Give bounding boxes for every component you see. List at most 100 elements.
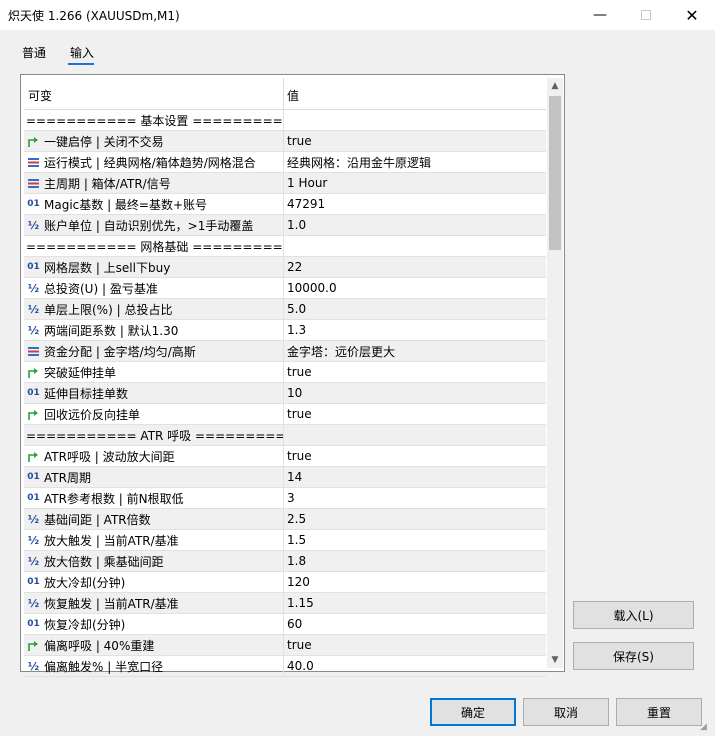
parameter-row[interactable]: 01 网格层数 | 上sell下buy 22 bbox=[24, 257, 546, 278]
parameter-row[interactable]: ½ 放大倍数 | 乘基础间距 1.8 bbox=[24, 551, 546, 572]
parameter-row[interactable]: ½ 总投资(U) | 盈亏基准 10000.0 bbox=[24, 278, 546, 299]
parameter-name: ATR参考根数 | 前N根取低 bbox=[44, 491, 184, 506]
parameter-name-cell: =========== 基本设置 =========== bbox=[24, 110, 284, 130]
parameter-row[interactable]: ½ 单层上限(%) | 总投占比 5.0 bbox=[24, 299, 546, 320]
load-button[interactable]: 载入(L) bbox=[573, 601, 694, 629]
tab-common[interactable]: 普通 bbox=[22, 44, 46, 61]
parameter-row[interactable]: ½ 两端间距系数 | 默认1.30 1.3 bbox=[24, 320, 546, 341]
parameter-name: 单层上限(%) | 总投占比 bbox=[44, 302, 173, 317]
parameter-name: 资金分配 | 金字塔/均匀/高斯 bbox=[44, 344, 196, 359]
double-icon: ½ bbox=[27, 533, 40, 547]
parameter-value[interactable] bbox=[284, 110, 546, 130]
parameter-value[interactable]: 120 bbox=[284, 572, 546, 592]
parameter-value[interactable]: 金字塔：远价层更大 bbox=[284, 341, 546, 361]
parameter-row[interactable]: 突破延伸挂单 true bbox=[24, 362, 546, 383]
double-icon: ½ bbox=[27, 323, 40, 337]
parameter-row[interactable]: 01 ATR参考根数 | 前N根取低 3 bbox=[24, 488, 546, 509]
parameter-row[interactable]: ½ 恢复触发 | 当前ATR/基准 1.15 bbox=[24, 593, 546, 614]
enum-list-icon bbox=[27, 345, 40, 358]
parameter-row[interactable]: 01 Magic基数 | 最终=基数+账号 47291 bbox=[24, 194, 546, 215]
parameter-row[interactable]: ½ 偏离触发% | 半宽口径 40.0 bbox=[24, 656, 546, 677]
parameter-value[interactable]: 1.0 bbox=[284, 215, 546, 235]
parameter-name: 总投资(U) | 盈亏基准 bbox=[44, 281, 158, 296]
title-bar: 炽天使 1.266 (XAUUSDm,M1) — ✕ bbox=[0, 0, 715, 30]
parameter-row[interactable]: 01 ATR周期 14 bbox=[24, 467, 546, 488]
parameter-name: 回收远价反向挂单 bbox=[44, 407, 141, 422]
section-header-row[interactable]: =========== ATR 呼吸 =========== bbox=[24, 425, 546, 446]
cancel-button[interactable]: 取消 bbox=[523, 698, 609, 726]
parameter-row[interactable]: 01 放大冷却(分钟) 120 bbox=[24, 572, 546, 593]
active-tab-indicator bbox=[68, 63, 94, 65]
parameter-value[interactable]: 14 bbox=[284, 467, 546, 487]
column-header-value[interactable]: 值 bbox=[284, 78, 546, 109]
parameter-value[interactable]: 22 bbox=[284, 257, 546, 277]
parameter-name-cell: ½ 恢复触发 | 当前ATR/基准 bbox=[24, 593, 284, 613]
parameter-value[interactable]: 47291 bbox=[284, 194, 546, 214]
parameter-row[interactable]: 01 延伸目标挂单数 10 bbox=[24, 383, 546, 404]
parameter-value[interactable]: true bbox=[284, 404, 546, 424]
reset-button[interactable]: 重置 bbox=[616, 698, 702, 726]
parameter-name: 基础间距 | ATR倍数 bbox=[44, 512, 151, 527]
parameter-name: 突破延伸挂单 bbox=[44, 365, 117, 380]
parameter-value[interactable]: 3 bbox=[284, 488, 546, 508]
parameter-value[interactable]: true bbox=[284, 635, 546, 655]
parameter-value[interactable]: 2.5 bbox=[284, 509, 546, 529]
ok-button[interactable]: 确定 bbox=[430, 698, 516, 726]
parameter-value[interactable]: 40.0 bbox=[284, 656, 546, 676]
tab-inputs[interactable]: 输入 bbox=[70, 44, 94, 61]
scroll-down-icon[interactable]: ▼ bbox=[547, 652, 563, 668]
enum-list-icon bbox=[27, 177, 40, 190]
integer-icon: 01 bbox=[27, 388, 40, 398]
parameter-value[interactable]: 60 bbox=[284, 614, 546, 634]
save-button[interactable]: 保存(S) bbox=[573, 642, 694, 670]
parameter-name: 偏离呼吸 | 40%重建 bbox=[44, 638, 155, 653]
parameter-row[interactable]: ½ 账户单位 | 自动识别优先，>1手动覆盖 1.0 bbox=[24, 215, 546, 236]
parameter-row[interactable]: ATR呼吸 | 波动放大间距 true bbox=[24, 446, 546, 467]
column-header-variable[interactable]: 可变 bbox=[24, 78, 284, 109]
parameter-value[interactable] bbox=[284, 425, 546, 445]
parameter-value[interactable]: true bbox=[284, 362, 546, 382]
scroll-up-icon[interactable]: ▲ bbox=[547, 78, 563, 94]
parameter-value[interactable]: true bbox=[284, 131, 546, 151]
parameter-row[interactable]: 运行模式 | 经典网格/箱体趋势/网格混合 经典网格：沿用金牛原逻辑 bbox=[24, 152, 546, 173]
parameter-value[interactable]: 1 Hour bbox=[284, 173, 546, 193]
parameter-value[interactable]: 10000.0 bbox=[284, 278, 546, 298]
parameter-name-cell: 主周期 | 箱体/ATR/信号 bbox=[24, 173, 284, 193]
parameter-row[interactable]: ½ 基础间距 | ATR倍数 2.5 bbox=[24, 509, 546, 530]
parameter-value[interactable]: 1.5 bbox=[284, 530, 546, 550]
parameter-name: 恢复冷却(分钟) bbox=[44, 617, 126, 632]
parameter-name: 延伸目标挂单数 bbox=[44, 386, 129, 401]
close-button[interactable]: ✕ bbox=[669, 0, 715, 30]
parameter-row[interactable]: 回收远价反向挂单 true bbox=[24, 404, 546, 425]
parameter-row[interactable]: 一键启停 | 关闭不交易 true bbox=[24, 131, 546, 152]
parameter-row[interactable]: 主周期 | 箱体/ATR/信号 1 Hour bbox=[24, 173, 546, 194]
vertical-scrollbar[interactable]: ▲ ▼ bbox=[547, 78, 563, 668]
parameter-value[interactable]: 1.3 bbox=[284, 320, 546, 340]
parameter-row[interactable]: ½ 放大触发 | 当前ATR/基准 1.5 bbox=[24, 530, 546, 551]
parameter-value[interactable]: true bbox=[284, 446, 546, 466]
parameter-name: 一键启停 | 关闭不交易 bbox=[44, 134, 164, 149]
parameter-name-cell: ½ 总投资(U) | 盈亏基准 bbox=[24, 278, 284, 298]
double-icon: ½ bbox=[27, 281, 40, 295]
enum-list-icon bbox=[27, 156, 40, 169]
parameter-row[interactable]: 偏离呼吸 | 40%重建 true bbox=[24, 635, 546, 656]
section-header-row[interactable]: =========== 基本设置 =========== bbox=[24, 110, 546, 131]
parameter-value[interactable]: 1.15 bbox=[284, 593, 546, 613]
parameter-value[interactable]: 经典网格：沿用金牛原逻辑 bbox=[284, 152, 546, 172]
parameter-name-cell: ½ 两端间距系数 | 默认1.30 bbox=[24, 320, 284, 340]
parameter-row[interactable]: 资金分配 | 金字塔/均匀/高斯 金字塔：远价层更大 bbox=[24, 341, 546, 362]
minimize-button[interactable]: — bbox=[577, 0, 623, 30]
resize-grip-icon[interactable]: ◢ bbox=[700, 722, 712, 734]
section-header-row[interactable]: =========== 网格基础 =========== bbox=[24, 236, 546, 257]
parameter-name: 放大冷却(分钟) bbox=[44, 575, 126, 590]
parameter-value[interactable] bbox=[284, 236, 546, 256]
integer-icon: 01 bbox=[27, 577, 40, 587]
parameter-value[interactable]: 1.8 bbox=[284, 551, 546, 571]
scroll-thumb[interactable] bbox=[549, 96, 561, 250]
parameter-value[interactable]: 5.0 bbox=[284, 299, 546, 319]
parameter-name-cell: 01 Magic基数 | 最终=基数+账号 bbox=[24, 194, 284, 214]
parameter-name-cell: 01 ATR参考根数 | 前N根取低 bbox=[24, 488, 284, 508]
parameter-name-cell: ½ 账户单位 | 自动识别优先，>1手动覆盖 bbox=[24, 215, 284, 235]
parameter-row[interactable]: 01 恢复冷却(分钟) 60 bbox=[24, 614, 546, 635]
parameter-value[interactable]: 10 bbox=[284, 383, 546, 403]
